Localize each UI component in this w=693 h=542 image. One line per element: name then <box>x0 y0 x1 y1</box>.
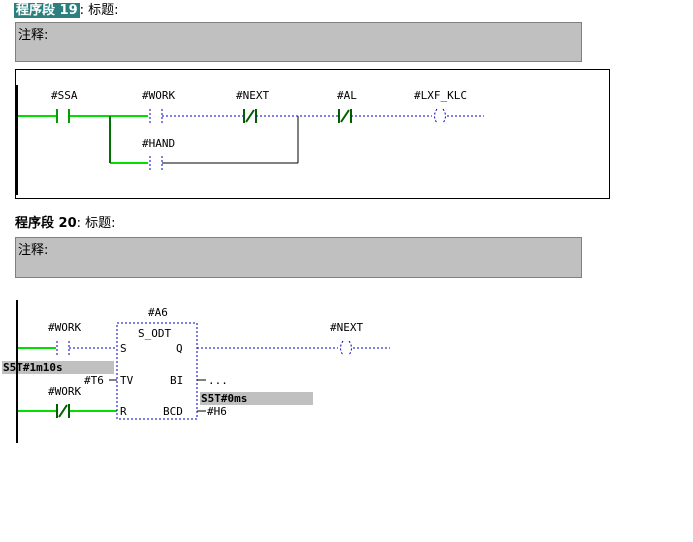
work-contact[interactable] <box>149 109 163 123</box>
al-nc-contact[interactable] <box>338 109 352 123</box>
ladder-graphics <box>16 85 484 443</box>
s-odt-timer-block[interactable] <box>116 322 198 420</box>
next-nc-contact[interactable] <box>243 109 257 123</box>
hand-contact[interactable] <box>149 156 163 170</box>
next-coil[interactable] <box>340 340 352 356</box>
work-r-nc-contact[interactable] <box>56 404 70 418</box>
energized-wire-19 <box>18 115 148 164</box>
ssa-contact[interactable] <box>56 109 70 123</box>
energized-wire-20 <box>18 347 117 412</box>
work-s-contact[interactable] <box>56 341 70 355</box>
lxf-klc-coil[interactable] <box>434 108 446 124</box>
branch-lines-19 <box>109 116 299 163</box>
